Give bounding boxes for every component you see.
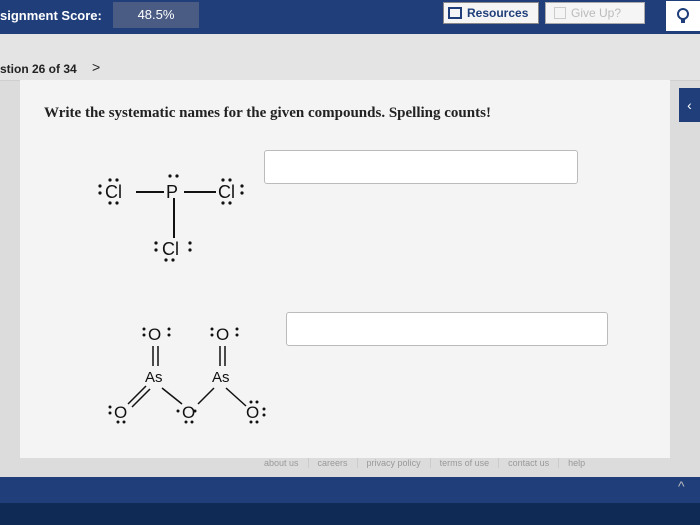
bottom-bar — [0, 477, 700, 503]
structure-as2o5: O O As As O O O — [108, 325, 266, 424]
atom-o-bottom-left: O — [114, 403, 127, 422]
atom-cl-right: Cl — [218, 182, 235, 202]
hint-button[interactable] — [666, 1, 700, 31]
next-question-button[interactable]: > — [92, 59, 100, 75]
answer-input-2[interactable] — [286, 312, 608, 346]
atom-o-bridge: O — [182, 403, 195, 422]
atom-p: P — [166, 182, 178, 202]
question-nav-bar — [0, 34, 700, 81]
atom-cl-left: Cl — [105, 182, 122, 202]
assignment-score-label: signment Score: — [0, 8, 102, 23]
scroll-up-button[interactable]: ^ — [678, 478, 685, 494]
bottom-edge — [0, 503, 700, 525]
give-up-label: Give Up? — [571, 6, 622, 20]
chevron-up-icon: ^ — [678, 478, 685, 494]
assignment-score-value: 48.5% — [113, 2, 199, 28]
footer-links: about us careers privacy policy terms of… — [255, 458, 594, 468]
footer-link-careers[interactable]: careers — [309, 458, 358, 468]
atom-o-bottom-right: O — [246, 403, 259, 422]
giveup-icon — [554, 7, 566, 19]
structure-pcl3: Cl P Cl Cl — [98, 174, 244, 262]
atom-cl-bottom: Cl — [162, 239, 179, 259]
resources-button[interactable]: Resources — [443, 2, 539, 24]
atom-as-left: As — [145, 369, 163, 386]
resources-label: Resources — [467, 6, 529, 20]
footer-link-help[interactable]: help — [559, 458, 594, 468]
top-bar: signment Score: 48.5% Resources Give Up? — [0, 0, 700, 34]
atom-as-right: As — [212, 369, 230, 386]
chevron-left-icon: ‹ — [687, 97, 692, 113]
side-panel-toggle[interactable]: ‹ — [679, 88, 700, 122]
atom-o-top-left: O — [148, 325, 161, 344]
resources-icon — [448, 7, 462, 19]
atom-o-top-right: O — [216, 325, 229, 344]
question-number: stion 26 of 34 — [0, 62, 77, 76]
footer-link-about[interactable]: about us — [255, 458, 309, 468]
answer-input-1[interactable] — [264, 150, 578, 184]
footer-link-privacy[interactable]: privacy policy — [358, 458, 431, 468]
give-up-button[interactable]: Give Up? — [545, 2, 645, 24]
question-prompt: Write the systematic names for the given… — [44, 105, 491, 121]
footer-link-terms[interactable]: terms of use — [431, 458, 500, 468]
footer-link-contact[interactable]: contact us — [499, 458, 560, 468]
lightbulb-icon — [677, 8, 689, 23]
